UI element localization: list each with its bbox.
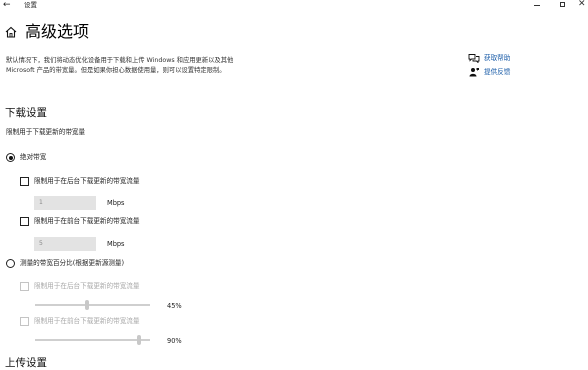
foreground-percent-value: 90% [167, 337, 182, 345]
background-limit-checkbox[interactable] [20, 177, 29, 186]
chat-help-icon [468, 54, 480, 63]
percent-background-checkbox[interactable] [20, 282, 29, 291]
foreground-slider-thumb[interactable] [136, 335, 141, 345]
close-icon[interactable]: ✕ [578, 0, 586, 9]
feedback-label: 提供反馈 [484, 67, 511, 76]
background-limit-label: 限制用于在后台下载更新的带宽流量 [34, 177, 140, 185]
feedback-link[interactable]: 提供反馈 [468, 67, 510, 77]
window-title: 设置 [24, 1, 37, 9]
absolute-bandwidth-radio[interactable] [6, 153, 15, 162]
back-arrow-icon[interactable]: ← [3, 0, 11, 10]
percentage-bandwidth-label: 测量的带宽百分比(根据更新源测量) [20, 259, 125, 267]
percent-foreground-label: 限制用于在前台下载更新的带宽流量 [34, 317, 140, 325]
upload-section-title: 上传设置 [5, 357, 47, 369]
intro-description: 默认情况下，我们将动态优化设备用于下载和上传 Windows 和应用更新以及其他… [6, 57, 234, 74]
absolute-bandwidth-label: 绝对带宽 [20, 153, 47, 161]
percentage-bandwidth-radio[interactable] [6, 259, 15, 268]
download-limit-label: 限制用于下载更新的带宽量 [6, 128, 86, 136]
foreground-limit-label: 限制用于在前台下载更新的带宽流量 [34, 217, 140, 225]
feedback-person-icon [469, 68, 479, 77]
foreground-mbps-input[interactable]: 5 [34, 237, 96, 251]
background-mbps-unit: Mbps [107, 199, 125, 207]
maximize-icon[interactable] [560, 2, 565, 7]
foreground-mbps-unit: Mbps [107, 240, 125, 248]
background-mbps-input[interactable]: 1 [34, 196, 96, 210]
get-help-link[interactable]: 获取帮助 [468, 53, 510, 63]
percent-background-label: 限制用于在后台下载更新的带宽流量 [34, 282, 140, 290]
foreground-limit-checkbox[interactable] [20, 217, 29, 226]
get-help-label: 获取帮助 [484, 53, 511, 62]
percent-foreground-checkbox[interactable] [20, 317, 29, 326]
minimize-icon[interactable] [534, 5, 540, 6]
title-bar: ← 设置 ✕ [0, 0, 588, 12]
background-slider-thumb[interactable] [84, 300, 89, 310]
background-percent-slider[interactable] [35, 304, 150, 306]
background-percent-value: 45% [167, 302, 182, 310]
download-section-title: 下载设置 [5, 107, 47, 119]
home-icon[interactable] [4, 25, 18, 39]
foreground-percent-slider[interactable] [35, 339, 150, 341]
page-title: 高级选项 [25, 22, 90, 41]
